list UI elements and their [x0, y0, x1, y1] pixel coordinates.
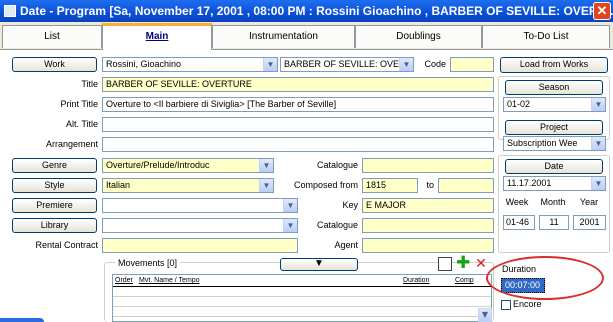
alt-title-field[interactable]: [102, 117, 494, 132]
composer-select[interactable]: Rossini, Gioachino ▼: [102, 57, 278, 72]
work-title-select-value: BARBER OF SEVILLE: OVE: [284, 59, 400, 69]
tab-list[interactable]: List: [2, 25, 102, 48]
triangle-down-icon: ▼: [314, 258, 324, 269]
month-field[interactable]: 11: [539, 215, 569, 230]
chevron-down-icon[interactable]: ▼: [399, 58, 413, 71]
chevron-down-icon[interactable]: ▼: [263, 58, 277, 71]
chevron-down-icon[interactable]: ▼: [591, 177, 605, 190]
style-button[interactable]: Style: [12, 178, 97, 193]
app-icon: [4, 5, 16, 17]
composed-to-field[interactable]: [438, 178, 494, 193]
project-select[interactable]: Subscription Wee ▼: [503, 136, 606, 151]
genre-value: Overture/Prelude/Introduc: [106, 160, 210, 170]
title-field[interactable]: BARBER OF SEVILLE: OVERTURE: [102, 77, 494, 92]
table-row[interactable]: [113, 297, 491, 307]
load-from-works-button[interactable]: Load from Works: [500, 57, 608, 73]
composed-from-label: Composed from: [293, 180, 358, 190]
style-value: Italian: [106, 180, 131, 190]
year-label: Year: [579, 197, 599, 207]
genre-button[interactable]: Genre: [12, 158, 97, 173]
genre-select[interactable]: Overture/Prelude/Introduc ▼: [102, 158, 274, 173]
col-comp[interactable]: Comp: [455, 275, 474, 287]
arrangement-field[interactable]: [102, 137, 494, 152]
chevron-down-icon[interactable]: ▼: [259, 179, 273, 192]
date-button[interactable]: Date: [505, 159, 603, 174]
tab-doublings[interactable]: Doublings: [355, 25, 482, 48]
chevron-down-icon[interactable]: ▼: [591, 137, 605, 150]
print-title-label: Print Title: [60, 99, 98, 109]
tab-bar: List Main Instrumentation Doublings To-D…: [0, 22, 613, 50]
table-row[interactable]: [113, 287, 491, 297]
taskbar-edge: [0, 318, 44, 322]
code-field[interactable]: [450, 57, 494, 72]
chevron-down-icon[interactable]: ▼: [591, 98, 605, 111]
season-value: 01-02: [507, 99, 531, 109]
tab-todo-list[interactable]: To-Do List: [482, 25, 610, 48]
tab-instrumentation[interactable]: Instrumentation: [212, 25, 355, 48]
library-button[interactable]: Library: [12, 218, 97, 233]
rental-contract-label: Rental Contract: [35, 240, 98, 250]
new-document-icon[interactable]: [438, 257, 452, 271]
season-select[interactable]: 01-02 ▼: [503, 97, 606, 112]
chevron-down-icon[interactable]: ▼: [259, 159, 273, 172]
add-plus-icon[interactable]: ✚: [456, 255, 470, 272]
week-label: Week: [505, 197, 529, 207]
catalogue2-field[interactable]: [362, 218, 494, 233]
agent-field[interactable]: [362, 238, 494, 253]
movements-table[interactable]: Order Mvt. Name / Tempo Duration Comp: [112, 274, 492, 322]
premiere-select[interactable]: ▼: [102, 198, 298, 213]
chevron-down-icon[interactable]: ▼: [283, 199, 297, 212]
tab-main[interactable]: Main: [102, 23, 212, 50]
expand-movements-button[interactable]: ▼: [280, 258, 358, 271]
date-value: 11.17.2001: [507, 178, 552, 188]
movements-title: Movements [0]: [115, 256, 181, 271]
to-label: to: [426, 180, 434, 190]
week-field[interactable]: 01-46: [503, 215, 535, 230]
key-label: Key: [342, 200, 358, 210]
close-icon[interactable]: ✕: [593, 2, 611, 20]
col-order[interactable]: Order: [115, 275, 133, 287]
col-mvt-name[interactable]: Mvt. Name / Tempo: [139, 275, 200, 287]
window-title: Date - Program [Sa, November 17, 2001 , …: [20, 4, 613, 18]
arrangement-label: Arrangement: [45, 139, 98, 149]
premiere-button[interactable]: Premiere: [12, 198, 97, 213]
project-value: Subscription Wee: [507, 138, 578, 148]
composed-from-field[interactable]: 1815: [362, 178, 418, 193]
print-title-field[interactable]: Overture to <Il barbiere di Siviglia> [T…: [102, 97, 494, 112]
composer-value: Rossini, Gioachino: [106, 59, 182, 69]
style-select[interactable]: Italian ▼: [102, 178, 274, 193]
delete-x-icon[interactable]: ✕: [474, 257, 488, 271]
catalogue-field[interactable]: [362, 158, 494, 173]
catalogue-label: Catalogue: [316, 160, 358, 170]
table-row[interactable]: [113, 307, 491, 317]
chevron-down-icon[interactable]: ▼: [283, 219, 297, 232]
month-label: Month: [540, 197, 566, 207]
work-button[interactable]: Work: [12, 57, 97, 72]
movements-table-header: Order Mvt. Name / Tempo Duration Comp: [113, 275, 491, 287]
project-button[interactable]: Project: [505, 120, 603, 135]
window-title-bar: Date - Program [Sa, November 17, 2001 , …: [0, 0, 613, 22]
col-duration[interactable]: Duration: [403, 275, 429, 287]
key-field[interactable]: E MAJOR: [362, 198, 494, 213]
rental-contract-field[interactable]: [102, 238, 298, 253]
code-label: Code: [424, 59, 446, 69]
work-title-select[interactable]: BARBER OF SEVILLE: OVE ▼: [280, 57, 414, 72]
year-field[interactable]: 2001: [573, 215, 606, 230]
library-select[interactable]: ▼: [102, 218, 298, 233]
scroll-down-icon[interactable]: ▼: [478, 308, 492, 322]
agent-label: Agent: [334, 240, 358, 250]
alt-title-label: Alt. Title: [65, 119, 98, 129]
title-label: Title: [81, 79, 98, 89]
date-select[interactable]: 11.17.2001 ▼: [503, 176, 606, 191]
highlight-ellipse: [486, 256, 604, 300]
season-button[interactable]: Season: [505, 80, 603, 95]
catalogue2-label: Catalogue: [316, 220, 358, 230]
encore-checkbox[interactable]: [501, 300, 511, 310]
